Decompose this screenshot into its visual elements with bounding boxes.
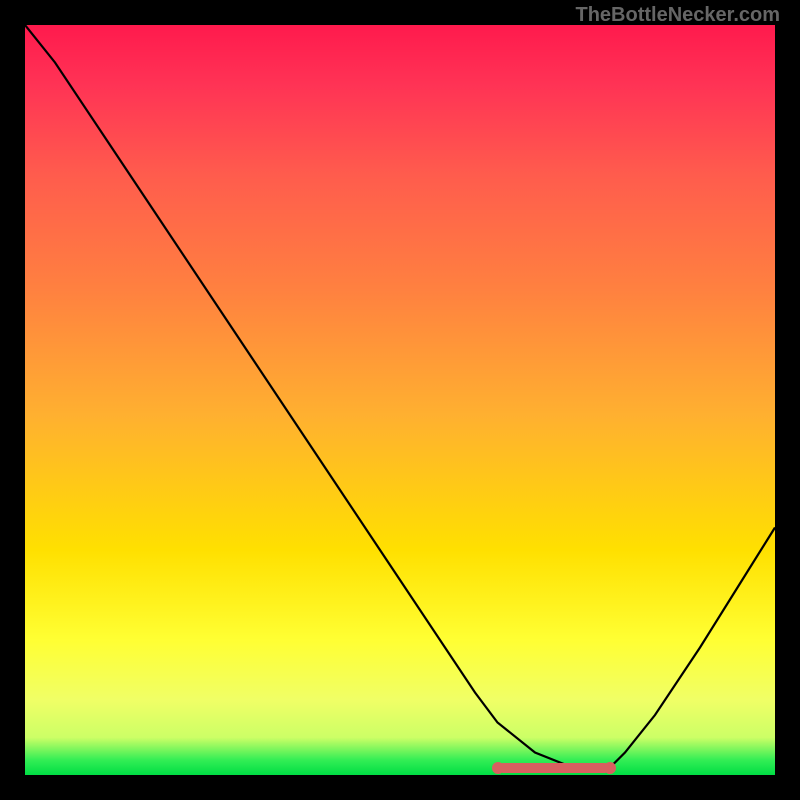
valley-dot-left — [492, 762, 504, 774]
plot-area — [25, 25, 775, 775]
watermark-text: TheBottleNecker.com — [575, 4, 780, 27]
bottleneck-curve — [25, 25, 775, 775]
valley-highlight — [498, 763, 611, 773]
valley-dot-right — [604, 762, 616, 774]
